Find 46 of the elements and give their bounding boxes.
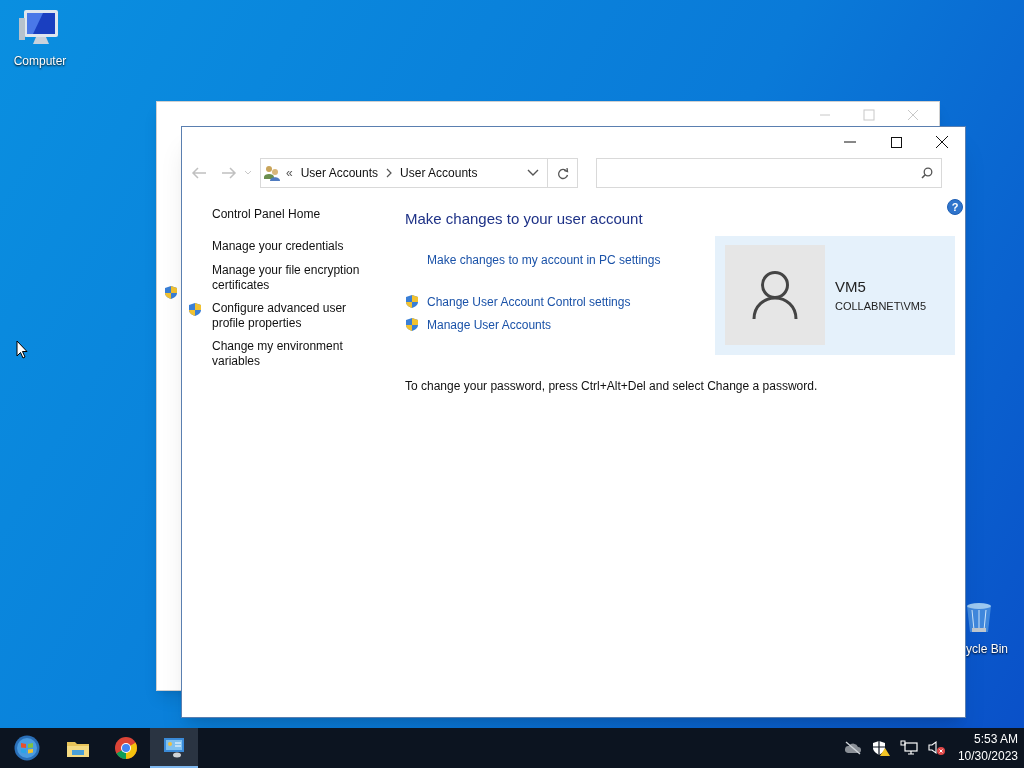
- sidebar-link[interactable]: Manage your file encryption certificates: [212, 263, 382, 293]
- speaker-muted-icon[interactable]: [927, 740, 946, 756]
- close-icon: [936, 136, 948, 148]
- clock-date: 10/30/2023: [957, 748, 1018, 765]
- help-button[interactable]: ?: [947, 199, 963, 215]
- recycle-bin-icon: [964, 600, 994, 634]
- chevron-right-icon: [385, 168, 394, 178]
- user-silhouette-icon: [752, 270, 798, 320]
- task-link[interactable]: Manage User Accounts: [427, 316, 552, 334]
- sidebar-link[interactable]: Change my environment variables: [212, 339, 382, 369]
- user-name: VM5: [835, 276, 867, 297]
- overflow-chevrons[interactable]: «: [286, 164, 293, 182]
- shield-icon: [188, 302, 202, 317]
- refresh-icon[interactable]: [556, 166, 569, 180]
- search-field[interactable]: [596, 158, 942, 188]
- account-name: COLLABNET\VM5: [835, 299, 927, 314]
- taskbar-button[interactable]: [150, 728, 198, 768]
- dropdown-caret-icon[interactable]: [527, 169, 539, 177]
- control-panel-icon: [162, 735, 186, 759]
- breadcrumb-item[interactable]: User Accounts: [400, 164, 478, 182]
- task-link[interactable]: Make changes to my account in PC settings: [427, 251, 661, 269]
- shield-icon: [405, 317, 419, 332]
- shield-icon: [405, 294, 419, 309]
- page-heading: Make changes to your user account: [405, 209, 643, 229]
- sidebar-link[interactable]: Control Panel Home: [212, 207, 382, 222]
- desktop-icon-label[interactable]: Computer: [13, 52, 67, 70]
- maximize-icon: [890, 136, 902, 148]
- sidebar-link[interactable]: Configure advanced user profile properties: [212, 301, 382, 331]
- cloud-off-icon[interactable]: [843, 741, 862, 755]
- search-icon: [921, 167, 933, 179]
- breadcrumb-item[interactable]: User Accounts: [300, 164, 379, 182]
- task-link[interactable]: Change User Account Control settings: [427, 293, 631, 311]
- minimize-icon: [844, 141, 856, 143]
- windows-logo-icon: [14, 735, 40, 761]
- mouse-cursor-icon: [16, 340, 28, 359]
- clock[interactable]: 5:53 AM 10/30/2023: [955, 731, 1018, 765]
- shield-warning-icon[interactable]: [871, 740, 890, 756]
- password-note: To change your password, press Ctrl+Alt+Del and select Change a password.: [405, 377, 818, 395]
- clock-time: 5:53 AM: [973, 731, 1018, 748]
- chrome-icon: [114, 736, 138, 760]
- address-bar[interactable]: « User Accounts User Accounts: [260, 158, 578, 188]
- sidebar-link[interactable]: Manage your credentials: [212, 239, 382, 254]
- shield-icon: [164, 285, 178, 300]
- desktop-icon-label[interactable]: ycle Bin: [966, 640, 1009, 658]
- users-icon: [264, 165, 280, 181]
- network-icon[interactable]: [899, 740, 918, 756]
